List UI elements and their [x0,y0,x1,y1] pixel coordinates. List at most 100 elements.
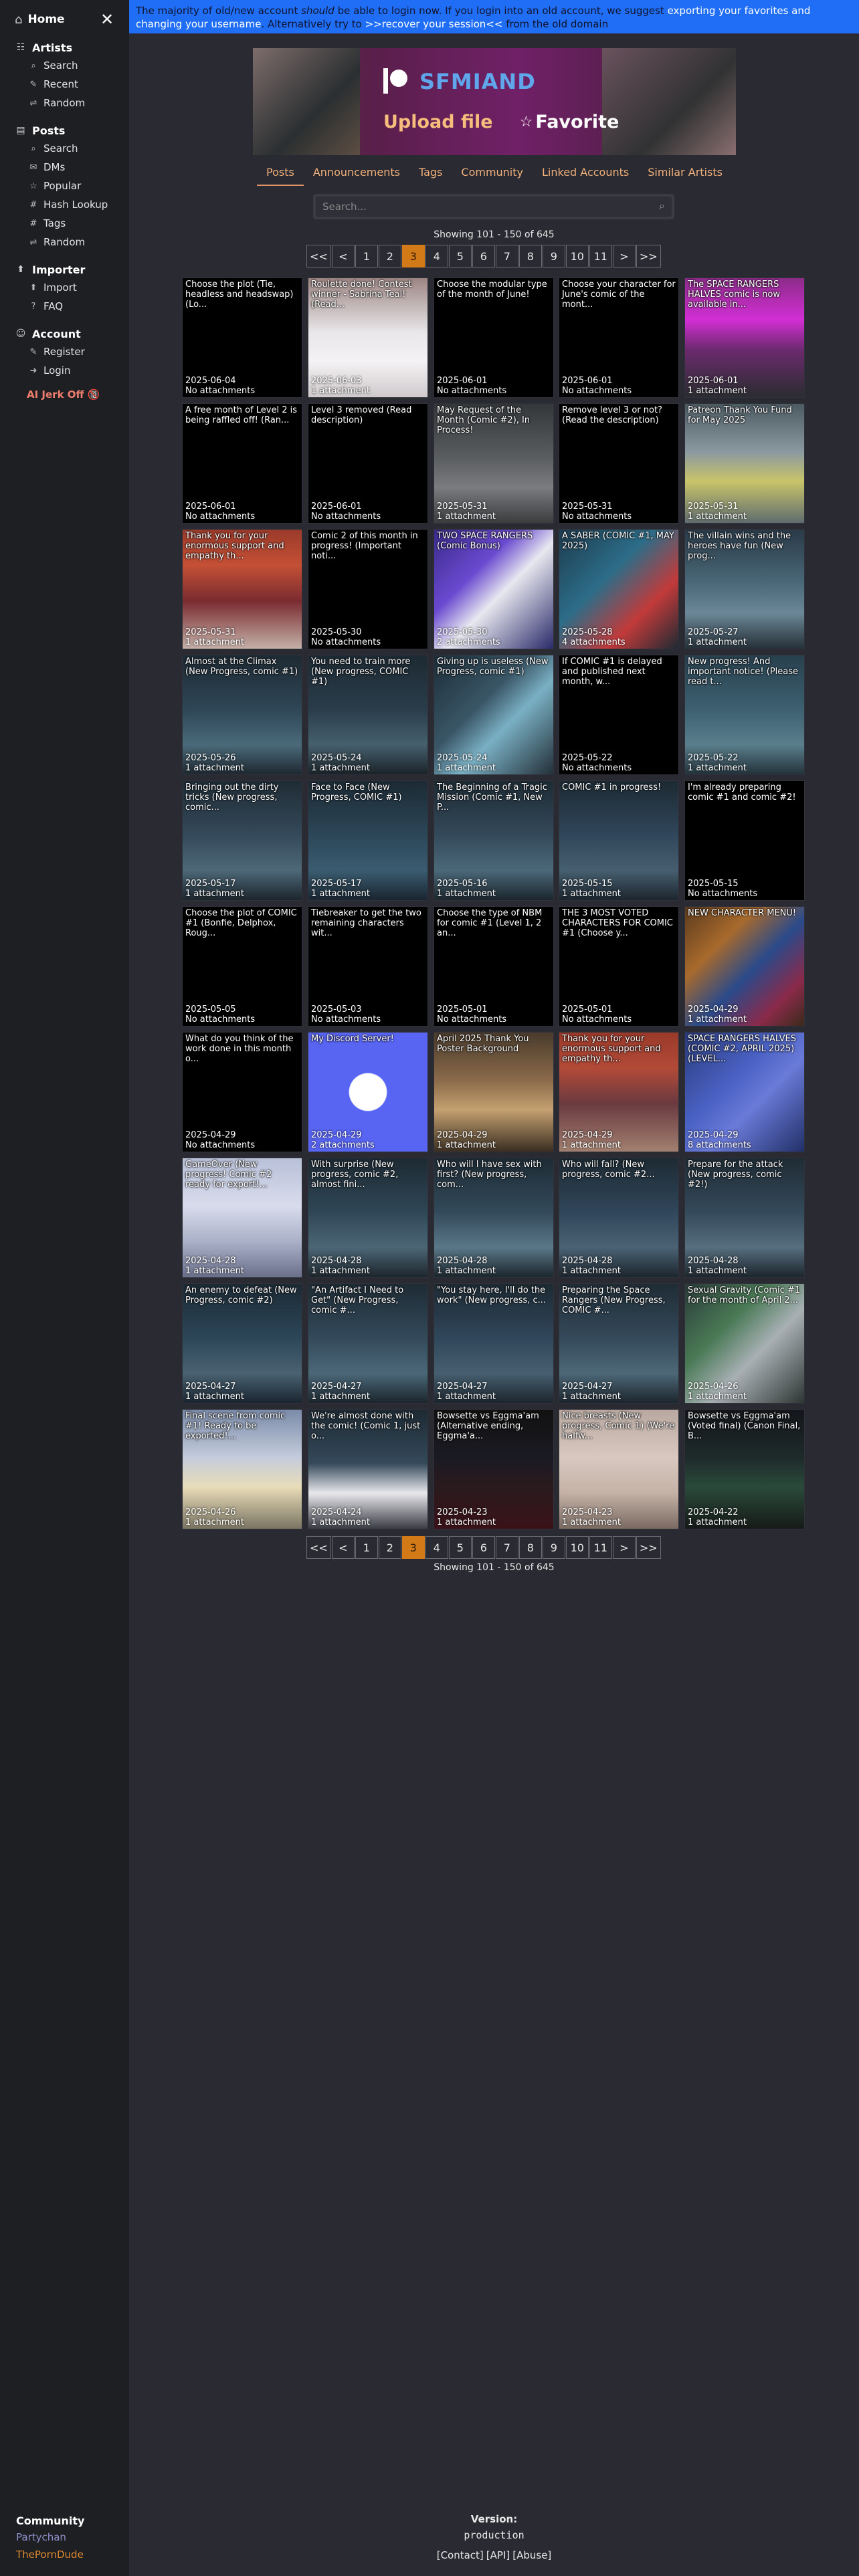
sidebar-item-popular[interactable]: ☆ Popular [0,177,129,195]
post-card[interactable]: GameOver (New progress! Comic #2 ready f… [182,1158,302,1278]
post-card[interactable]: Choose your character for June's comic o… [559,278,679,398]
post-card[interactable]: "An Artifact I Need to Get" (New Progres… [308,1283,428,1404]
sidebar-item-login[interactable]: ➜ Login [0,361,129,380]
post-card[interactable]: THE 3 MOST VOTED CHARACTERS FOR COMIC #1… [559,906,679,1027]
sidebar-item-import[interactable]: ⬆ Import [0,278,129,297]
sidebar-item-recent[interactable]: ✎ Recent [0,75,129,94]
post-card[interactable]: Bowsette vs Eggma'am (Voted final) (Cano… [684,1409,805,1529]
page-button[interactable]: << [306,245,331,267]
post-card[interactable]: The SPACE RANGERS HALVES comic is now av… [684,278,805,398]
favorite-button[interactable]: ☆ Favorite [520,112,619,132]
page-button[interactable]: 2 [378,245,401,267]
post-card[interactable]: April 2025 Thank You Poster Background 20… [434,1032,554,1152]
post-card[interactable]: Giving up is useless (New Progress, comi… [434,655,554,775]
post-card[interactable]: Almost at the Climax (New Progress, comi… [182,655,302,775]
post-card[interactable]: Sexual Gravity (Comic #1 for the month o… [684,1283,805,1404]
page-button[interactable]: 9 [542,245,565,267]
post-card[interactable]: Patreon Thank You Fund for May 2025 2025-… [684,403,805,524]
page-button[interactable]: 7 [495,245,518,267]
post-card[interactable]: Choose the plot of COMIC #1 (Bonfie, Del… [182,906,302,1027]
post-card[interactable]: NEW CHARACTER MENU! 2025-04-29 1 attachmen… [684,906,805,1027]
page-button[interactable]: > [612,1536,636,1559]
artist-name[interactable]: SFMIAND [419,69,536,94]
search-input[interactable] [316,197,672,217]
post-card[interactable]: If COMIC #1 is delayed and published nex… [559,655,679,775]
page-button[interactable]: 8 [518,245,542,267]
post-card[interactable]: I'm already preparing comic #1 and comic… [684,780,805,901]
post-card[interactable]: Bowsette vs Eggma'am (Alternative ending… [434,1409,554,1529]
sidebar-item-dms[interactable]: ✉ DMs [0,158,129,177]
tab-linked-accounts[interactable]: Linked Accounts [533,159,638,186]
post-card[interactable]: Face to Face (New Progress, COMIC #1) 202… [308,780,428,901]
post-card[interactable]: Prepare for the attack (New progress, co… [684,1158,805,1278]
page-button[interactable]: 3 [401,1536,425,1559]
post-card[interactable]: You need to train more (New progress, CO… [308,655,428,775]
post-card[interactable]: Bringing out the dirty tricks (New progr… [182,780,302,901]
page-button[interactable]: 6 [472,245,495,267]
post-card[interactable]: The Beginning of a Tragic Mission (Comic… [434,780,554,901]
page-button[interactable]: 8 [518,1536,542,1559]
partychan-link[interactable]: Partychan [16,2531,84,2543]
sidebar-item-random[interactable]: ⇌ Random [0,94,129,112]
page-button[interactable]: 6 [472,1536,495,1559]
post-card[interactable]: Who will fall? (New progress, comic #2..… [559,1158,679,1278]
page-button[interactable]: 11 [589,245,612,267]
post-card[interactable]: Who will I have sex with first? (New pro… [434,1158,554,1278]
theporndude-link[interactable]: ThePornDude [16,2549,84,2561]
post-card[interactable]: We're almost done with the comic! (Comic… [308,1409,428,1529]
page-button[interactable]: 9 [542,1536,565,1559]
post-card[interactable]: Level 3 removed (Read description) 2025-0… [308,403,428,524]
footer-link-abuse[interactable]: [Abuse] [512,2549,551,2561]
post-card[interactable]: What do you think of the work done in th… [182,1032,302,1152]
post-card[interactable]: A SABER (COMIC #1, MAY 2025) 2025-05-28 4 … [559,529,679,649]
post-card[interactable]: The villain wins and the heroes have fun… [684,529,805,649]
sidebar-item-search[interactable]: ⌕ Search [0,56,129,75]
page-button[interactable]: 5 [448,1536,472,1559]
footer-link-api[interactable]: [API] [486,2549,510,2561]
post-card[interactable]: New progress! And important notice! (Ple… [684,655,805,775]
post-card[interactable]: Thank you for your enormous support and … [559,1032,679,1152]
post-card[interactable]: Choose the plot (Tie, headless and heads… [182,278,302,398]
page-button[interactable]: 10 [565,1536,589,1559]
post-card[interactable]: May Request of the Month (Comic #2), In … [434,403,554,524]
tab-posts[interactable]: Posts [257,159,304,186]
tab-tags[interactable]: Tags [409,159,452,186]
post-card[interactable]: Thank you for your enormous support and … [182,529,302,649]
page-button[interactable]: 10 [565,245,589,267]
post-card[interactable]: Nice breasts (New progress, Comic 1) (We… [559,1409,679,1529]
page-button[interactable]: >> [636,245,661,267]
page-button[interactable]: 11 [589,1536,612,1559]
page-button[interactable]: > [612,245,636,267]
post-card[interactable]: An enemy to defeat (New Progress, comic … [182,1283,302,1404]
post-card[interactable]: Preparing the Space Rangers (New Progres… [559,1283,679,1404]
page-button[interactable]: 2 [378,1536,401,1559]
post-card[interactable]: Comic 2 of this month in progress! (Impo… [308,529,428,649]
close-icon[interactable]: ✕ [99,11,115,27]
page-button[interactable]: >> [636,1536,661,1559]
page-button[interactable]: 4 [425,245,448,267]
post-card[interactable]: Roulette done! Contest winner - Sabrina … [308,278,428,398]
search-icon[interactable]: ⌕ [659,199,665,213]
tab-announcements[interactable]: Announcements [304,159,409,186]
post-card[interactable]: "You stay here, I'll do the work" (New p… [434,1283,554,1404]
sidebar-item-hash-lookup[interactable]: # Hash Lookup [0,195,129,214]
page-button[interactable]: 5 [448,245,472,267]
post-card[interactable]: Remove level 3 or not? (Read the descrip… [559,403,679,524]
post-card[interactable]: COMIC #1 in progress! 2025-05-15 1 attachm… [559,780,679,901]
post-card[interactable]: A free month of Level 2 is being raffled… [182,403,302,524]
page-button[interactable]: 4 [425,1536,448,1559]
upload-file-button[interactable]: Upload file [383,112,493,132]
page-button[interactable]: 1 [355,245,378,267]
post-card[interactable]: Choose the modular type of the month of … [434,278,554,398]
sidebar-item-faq[interactable]: ? FAQ [0,297,129,316]
post-card[interactable]: Final scene from comic #1! Ready to be e… [182,1409,302,1529]
post-card[interactable]: SPACE RANGERS HALVES (COMIC #2, APRIL 20… [684,1032,805,1152]
tab-community[interactable]: Community [452,159,533,186]
sidebar-item-search[interactable]: ⌕ Search [0,139,129,158]
post-card[interactable]: Tiebreaker to get the two remaining char… [308,906,428,1027]
page-button[interactable]: < [331,245,355,267]
sidebar-item-register[interactable]: ✎ Register [0,342,129,361]
sidebar-item-tags[interactable]: # Tags [0,214,129,233]
sidebar-ai-jerk-off-link[interactable]: AI Jerk Off 🔞 [0,384,129,405]
page-button[interactable]: 3 [401,245,425,267]
